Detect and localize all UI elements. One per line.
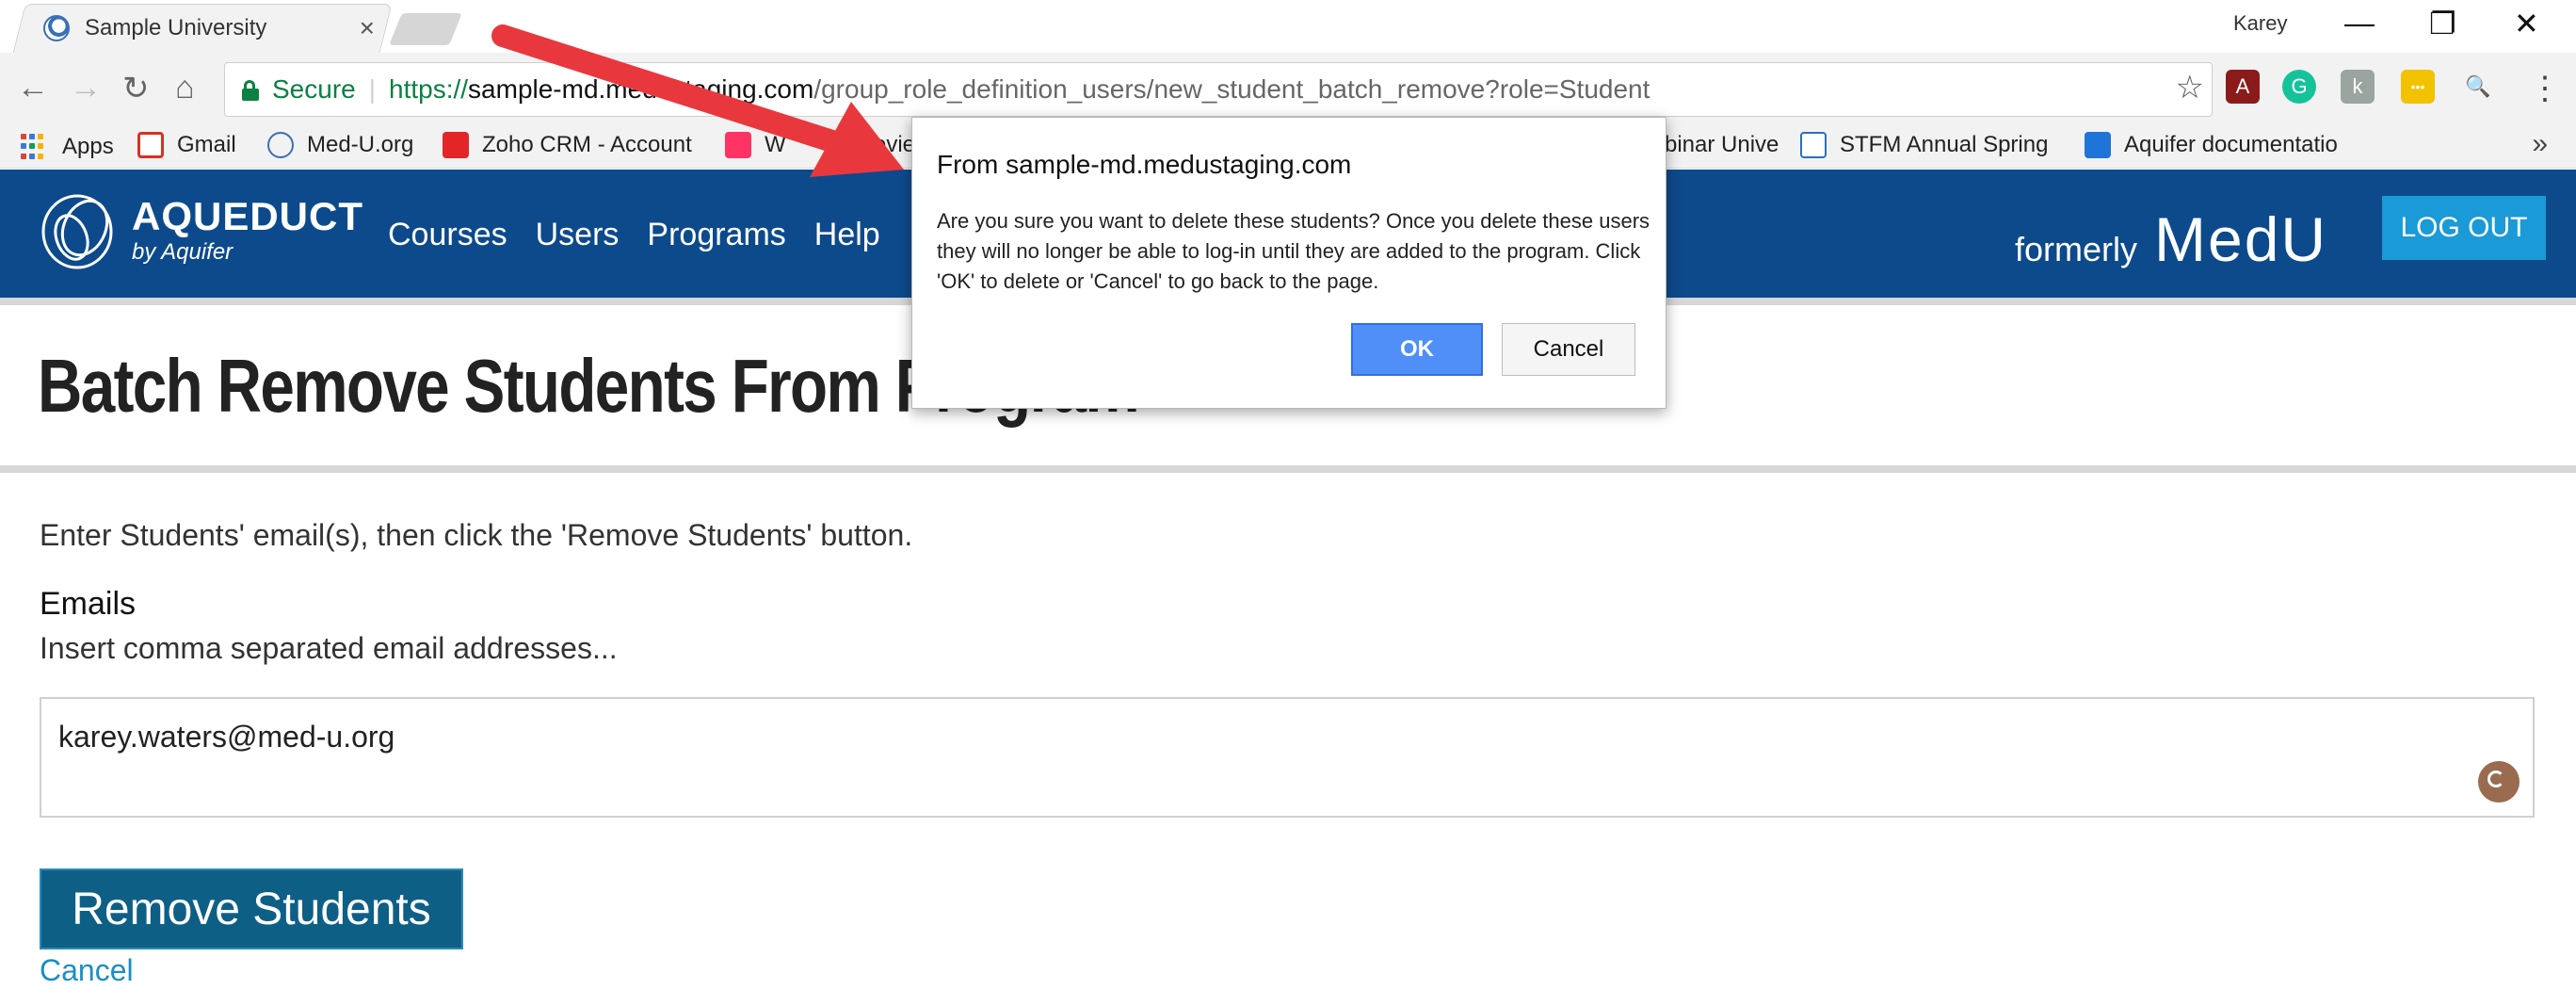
formerly-medu-brand: formerly MedU xyxy=(2015,203,2327,275)
bookmark-med-u[interactable]: Med-U.org xyxy=(267,132,413,158)
form-instructions: Enter Students' email(s), then click the… xyxy=(40,518,913,552)
main-navigation: Courses Users Programs Help xyxy=(388,217,880,253)
url-divider: | xyxy=(368,74,376,104)
bookmark-label: Aquifer documentatio xyxy=(2124,132,2338,157)
browser-toolbar: ← → ↻ ⌂ Secure | https:// sample-md.medu… xyxy=(0,53,2576,125)
emails-textarea[interactable]: karey.waters@med-u.org xyxy=(40,697,2535,818)
bookmark-label: Med-U.org xyxy=(307,132,414,157)
bookmark-label: Apps xyxy=(62,134,114,159)
emails-help-text: Insert comma separated email addresses..… xyxy=(40,631,618,665)
bookmark-aquifer-docs[interactable]: Aquifer documentatio xyxy=(2085,132,2338,158)
logo-title[interactable]: AQUEDUCT xyxy=(132,194,363,239)
yellow-extension-icon[interactable]: ••• xyxy=(2401,70,2435,104)
dropbox-icon xyxy=(2085,132,2111,158)
lock-icon xyxy=(242,80,259,101)
confirm-dialog: From sample-md.medustaging.com Are you s… xyxy=(911,117,1666,409)
grammarly-status-icon[interactable] xyxy=(2478,761,2520,803)
browser-tab-strip: Sample University × Karey — ❐ ✕ xyxy=(0,0,2576,54)
dialog-message: Are you sure you want to delete these st… xyxy=(937,209,1650,293)
remove-students-button[interactable]: Remove Students xyxy=(40,868,463,949)
dialog-ok-button[interactable]: OK xyxy=(1351,323,1483,376)
email-value: karey.waters@med-u.org xyxy=(58,720,395,754)
back-icon[interactable]: ← xyxy=(17,70,49,106)
new-tab-button[interactable] xyxy=(389,13,462,45)
url-scheme: https:// xyxy=(389,74,469,104)
bookmark-gmail[interactable]: Gmail xyxy=(137,132,236,158)
reload-icon[interactable]: ↻ xyxy=(122,70,150,107)
zoho-icon xyxy=(443,132,469,158)
grammarly-icon[interactable]: G xyxy=(2282,70,2316,104)
formerly-label: formerly xyxy=(2015,230,2138,268)
emails-label: Emails xyxy=(40,586,137,622)
dialog-cancel-button[interactable]: Cancel xyxy=(1502,323,1635,376)
url-path: /group_role_definition_users/new_student… xyxy=(813,74,1650,104)
bookmark-label: Gmail xyxy=(177,132,236,157)
tab-close-icon[interactable]: × xyxy=(360,13,375,43)
forward-icon[interactable]: → xyxy=(70,70,102,106)
bookmark-apps[interactable]: Apps xyxy=(19,132,114,162)
nav-courses[interactable]: Courses xyxy=(388,217,507,253)
cancel-link[interactable]: Cancel xyxy=(40,953,134,988)
bookmark-label: STFM Annual Spring xyxy=(1840,132,2049,157)
aqueduct-logo-icon[interactable] xyxy=(36,187,121,273)
secure-label: Secure xyxy=(272,74,356,104)
extension-k-icon[interactable]: k xyxy=(2341,70,2375,104)
browser-menu-icon[interactable]: ⋮ xyxy=(2529,70,2561,107)
nav-programs[interactable]: Programs xyxy=(647,217,785,253)
bookmark-star-icon[interactable]: ☆ xyxy=(2176,69,2204,106)
annotation-arrow-icon xyxy=(491,24,904,177)
search-extension-icon[interactable]: 🔍 xyxy=(2461,70,2495,104)
adobe-acrobat-icon[interactable]: A xyxy=(2226,70,2260,104)
medu-brand: MedU xyxy=(2154,204,2328,274)
tab-title: Sample University xyxy=(85,15,267,41)
nav-help[interactable]: Help xyxy=(814,217,880,253)
close-window-icon[interactable]: ✕ xyxy=(2514,6,2539,41)
bookmark-webinar[interactable]: binar Unive xyxy=(1665,132,1779,158)
gmail-icon xyxy=(137,132,164,158)
bookmarks-overflow-icon[interactable]: » xyxy=(2532,128,2548,160)
site-favicon-icon xyxy=(43,15,70,41)
minimize-icon[interactable]: — xyxy=(2344,6,2375,41)
bookmark-label: binar Unive xyxy=(1665,132,1779,157)
bookmark-stfm[interactable]: STFM Annual Spring xyxy=(1800,132,2048,158)
restore-icon[interactable]: ❐ xyxy=(2429,6,2456,41)
logo-subtitle: by Aquifer xyxy=(132,239,233,265)
med-u-icon xyxy=(267,132,294,158)
nav-users[interactable]: Users xyxy=(536,217,620,253)
home-icon[interactable]: ⌂ xyxy=(175,70,195,106)
logout-button[interactable]: LOG OUT xyxy=(2382,196,2546,260)
stfm-icon xyxy=(1800,132,1827,158)
dialog-title: From sample-md.medustaging.com xyxy=(937,150,1352,179)
browser-tab[interactable]: Sample University × xyxy=(36,4,384,53)
profile-name[interactable]: Karey xyxy=(2233,11,2287,36)
apps-grid-icon xyxy=(19,132,49,162)
